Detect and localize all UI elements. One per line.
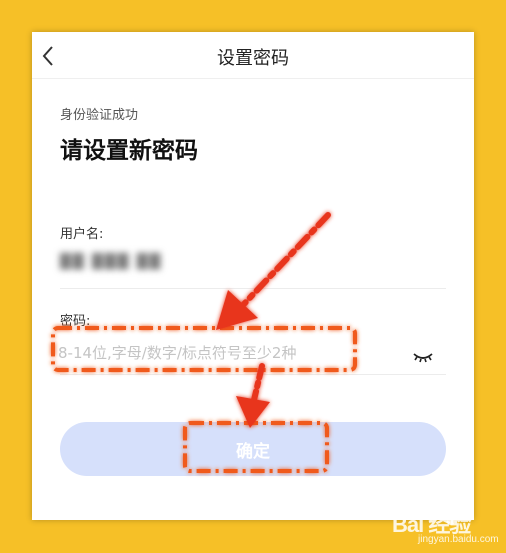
watermark-url: jingyan.baidu.com [418,534,499,545]
password-divider [60,374,446,375]
phone-screen: 设置密码 身份验证成功 请设置新密码 用户名: ██ ███ ██ 密码: 确定 [32,32,474,520]
navigation-bar: 设置密码 [32,32,474,79]
page-title: 设置密码 [217,48,289,69]
password-input[interactable] [58,340,408,366]
eye-closed-icon [413,353,433,363]
username-divider [60,288,446,289]
set-password-heading: 请设置新密码 [60,138,198,164]
paw-icon [444,509,458,525]
confirm-button[interactable]: 确定 [60,422,446,476]
verification-success-text: 身份验证成功 [60,108,139,123]
password-visibility-toggle[interactable] [412,348,434,363]
username-label: 用户名: [60,227,104,242]
username-value-blurred: ██ ███ ██ [60,254,163,270]
baidu-jingyan-watermark: Bai 经验 jingyan.baidu.com [392,505,500,549]
password-label: 密码: [60,314,91,329]
